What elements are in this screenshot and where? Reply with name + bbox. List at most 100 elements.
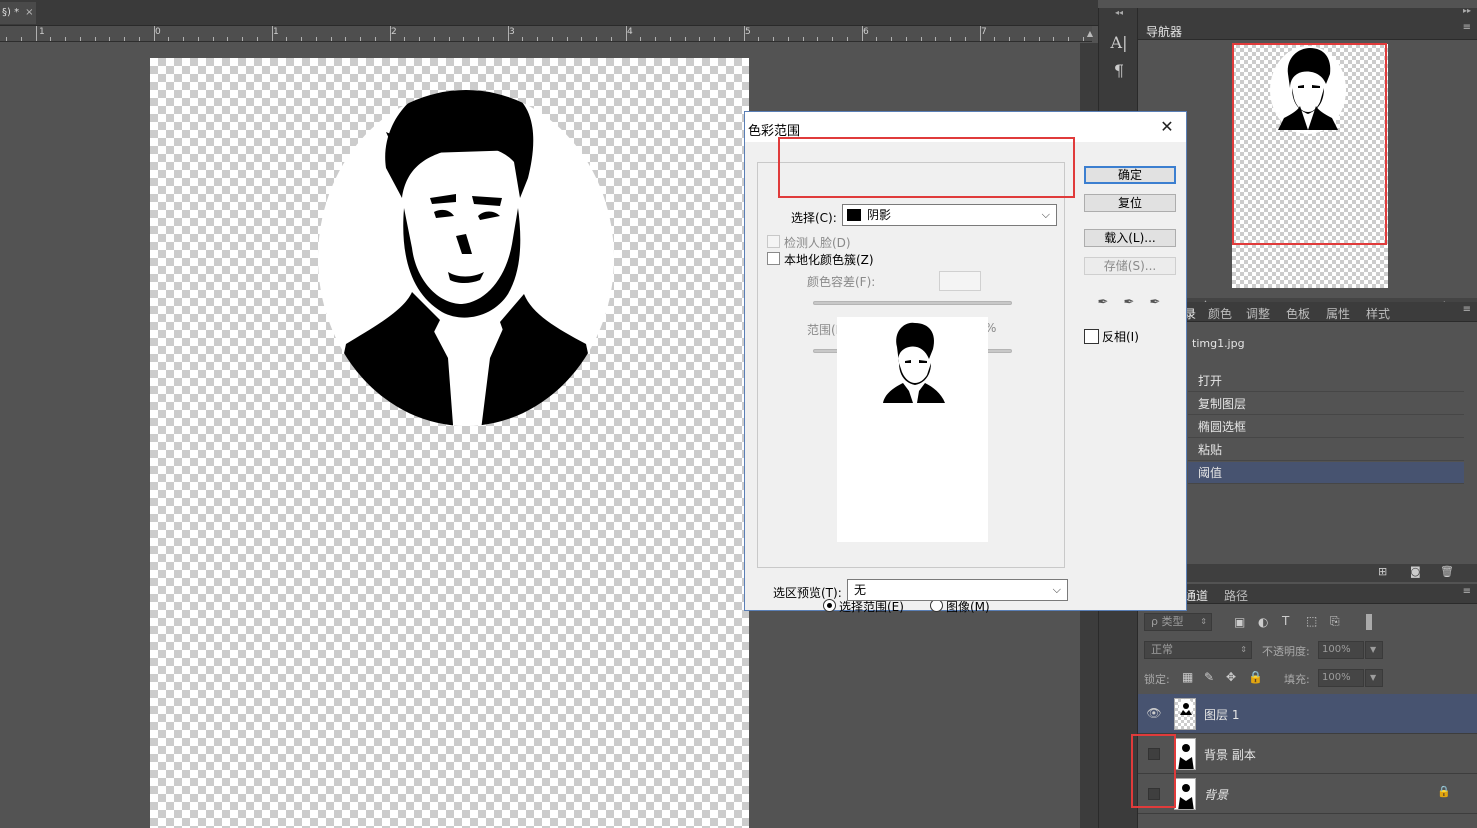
ruler-tick	[198, 37, 199, 41]
paragraph-panel-button[interactable]: ¶	[1107, 60, 1131, 82]
opacity-dropdown-icon[interactable]: ▼	[1365, 641, 1383, 659]
save-button[interactable]: 存储(S)...	[1084, 257, 1176, 275]
ruler-tick	[478, 37, 479, 41]
history-item-elliptical-marquee[interactable]: 椭圆选框	[1188, 416, 1464, 438]
panel-menu-icon[interactable]: ≡	[1463, 22, 1471, 33]
reset-button[interactable]: 复位	[1084, 194, 1176, 212]
ruler-tick	[758, 37, 759, 41]
search-icon: ρ	[1151, 615, 1158, 628]
ruler-label: 0	[155, 27, 161, 37]
tab-styles[interactable]: 样式	[1366, 305, 1390, 322]
filter-kind-select[interactable]: ρ 类型 ⇕	[1144, 613, 1212, 631]
selection-preview-combo[interactable]: 无 ⌵	[847, 579, 1068, 601]
lock-all-icon[interactable]: 🔒	[1248, 670, 1263, 684]
ruler-label: 5	[745, 27, 751, 37]
ruler-tick	[508, 26, 509, 41]
blend-mode-select[interactable]: 正常 ⇕	[1144, 641, 1252, 659]
detect-faces-checkbox[interactable]	[767, 235, 780, 248]
fuzziness-slider[interactable]	[813, 301, 1012, 305]
eyedropper-icon[interactable]: ✒	[1095, 295, 1111, 311]
filter-toggle-icon[interactable]	[1366, 614, 1372, 630]
tab-swatches[interactable]: 色板	[1286, 305, 1310, 322]
ruler-label: 4	[627, 27, 633, 37]
layer-thumbnail	[1174, 738, 1196, 770]
tab-paths[interactable]: 路径	[1224, 587, 1248, 604]
layer-thumbnail	[1174, 698, 1196, 730]
history-item-threshold[interactable]: 阈值	[1188, 462, 1464, 484]
ruler-tick	[242, 37, 243, 41]
adjustment-filter-icon[interactable]: ◐	[1258, 615, 1268, 629]
ruler-tick	[921, 37, 922, 41]
ruler-tick	[817, 37, 818, 41]
layer-row-layer1[interactable]: 👁 图层 1	[1138, 694, 1477, 734]
ruler-tick	[50, 37, 51, 41]
layer-row-background-copy[interactable]: 背景 副本	[1138, 734, 1477, 774]
ruler-tick	[1009, 37, 1010, 41]
tab-navigator[interactable]: 导航器	[1146, 23, 1182, 40]
select-combo[interactable]: 阴影 ⌵	[842, 204, 1057, 226]
ruler-tick	[345, 37, 346, 41]
close-icon[interactable]: ✕	[1156, 117, 1178, 137]
character-panel-button[interactable]: A|	[1107, 32, 1131, 54]
ok-button[interactable]: 确定	[1084, 166, 1176, 184]
ruler-tick	[876, 37, 877, 41]
image-filter-icon[interactable]: ▣	[1234, 615, 1245, 629]
fill-dropdown-icon[interactable]: ▼	[1365, 669, 1383, 687]
lock-label: 锁定:	[1144, 673, 1170, 686]
ruler-tick	[788, 37, 789, 41]
ruler-tick	[80, 37, 81, 41]
panel-menu-icon[interactable]: ≡	[1463, 586, 1471, 597]
layer-row-background[interactable]: 背景 🔒	[1138, 774, 1477, 814]
tab-properties[interactable]: 属性	[1326, 305, 1350, 322]
panel-menu-icon[interactable]: ≡	[1463, 304, 1471, 315]
smart-object-filter-icon[interactable]: ⎘	[1330, 614, 1340, 629]
ruler-tick	[655, 37, 656, 41]
ruler-tick	[434, 37, 435, 41]
camera-icon[interactable]: ◙	[1410, 565, 1421, 578]
eyedropper-plus-icon[interactable]: ✒	[1121, 295, 1137, 311]
expand-icon[interactable]: ▸▸	[1463, 6, 1471, 15]
close-tab-icon[interactable]: ×	[25, 7, 33, 18]
new-document-icon[interactable]: ⊞	[1378, 565, 1387, 578]
fuzziness-input[interactable]	[939, 271, 981, 291]
load-button[interactable]: 载入(L)...	[1084, 229, 1176, 247]
document-tab[interactable]: §) * ×	[0, 2, 36, 24]
opacity-input[interactable]: 100%	[1318, 641, 1364, 659]
eyedropper-minus-icon[interactable]: ✒	[1147, 295, 1163, 311]
invert-label: 反相(I)	[1102, 330, 1139, 344]
history-item-paste[interactable]: 粘贴	[1188, 439, 1464, 461]
navigator-view-box[interactable]	[1232, 43, 1387, 245]
ruler-tick	[744, 26, 745, 41]
ruler-tick	[832, 37, 833, 41]
ruler-tick	[965, 37, 966, 41]
fill-input[interactable]: 100%	[1318, 669, 1364, 687]
ruler-arrow-icon[interactable]: ▲	[1082, 26, 1098, 42]
history-item-open[interactable]: 打开	[1188, 370, 1464, 392]
lock-position-icon[interactable]: ✥	[1226, 670, 1236, 684]
type-filter-icon[interactable]: T	[1282, 614, 1289, 628]
invert-checkbox[interactable]	[1084, 329, 1099, 344]
collapse-icon[interactable]: ◂◂	[1099, 8, 1139, 20]
ruler-tick	[994, 37, 995, 41]
layer-name[interactable]: 背景 副本	[1204, 746, 1256, 763]
history-snapshot[interactable]: timg1.jpg	[1138, 326, 1477, 362]
localized-clusters-checkbox[interactable]	[767, 252, 780, 265]
ruler-tick	[375, 37, 376, 41]
ruler-tick	[803, 37, 804, 41]
tab-color[interactable]: 颜色	[1208, 305, 1232, 322]
ok-button-label: 确定	[1117, 168, 1142, 182]
tab-channels[interactable]: 通道	[1184, 587, 1208, 604]
trash-icon[interactable]: 🗑	[1440, 565, 1454, 578]
tab-adjustments[interactable]: 调整	[1246, 305, 1270, 322]
document-canvas[interactable]	[150, 58, 749, 828]
lock-paint-icon[interactable]: ✎	[1204, 670, 1214, 684]
ruler-label: 1	[39, 27, 45, 37]
lock-transparency-icon[interactable]: ▦	[1182, 670, 1193, 684]
shape-filter-icon[interactable]: ⬚	[1306, 614, 1317, 628]
layer-name[interactable]: 背景	[1204, 786, 1228, 803]
history-item-duplicate-layer[interactable]: 复制图层	[1188, 393, 1464, 415]
eye-icon[interactable]: 👁	[1146, 706, 1162, 720]
ruler-tick	[6, 37, 7, 41]
ruler-tick	[567, 37, 568, 41]
layer-name[interactable]: 图层 1	[1204, 706, 1239, 723]
